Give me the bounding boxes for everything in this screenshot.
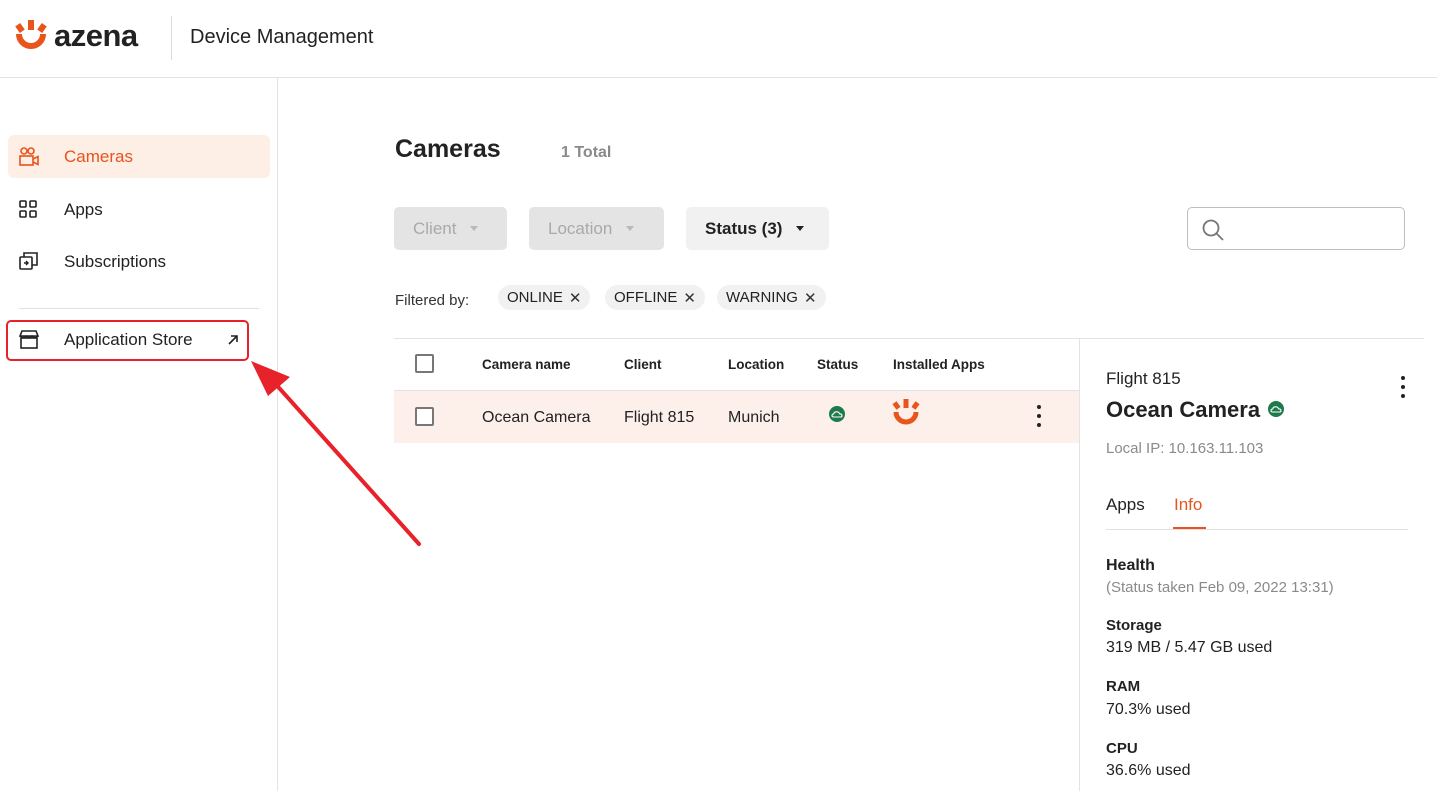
header-title: Device Management <box>190 26 374 48</box>
sidebar-item-apps[interactable]: Apps <box>8 188 270 231</box>
total-count: 1 Total <box>561 144 612 161</box>
chevron-down-icon <box>796 226 805 231</box>
cell-camera-name: Ocean Camera <box>482 409 591 426</box>
ram-value: 70.3% used <box>1106 701 1191 718</box>
row-more-options-icon[interactable] <box>1036 404 1042 430</box>
cell-location: Munich <box>728 409 780 426</box>
header-divider <box>171 16 172 60</box>
detail-more-options-icon[interactable] <box>1400 375 1406 401</box>
search-box <box>1187 207 1405 250</box>
cpu-heading: CPU <box>1106 740 1138 757</box>
select-all-checkbox[interactable] <box>415 354 434 373</box>
health-heading: Health <box>1106 557 1155 574</box>
search-icon <box>1202 219 1224 241</box>
tab-apps[interactable]: Apps <box>1106 495 1145 515</box>
camera-icon <box>19 147 39 166</box>
page-title: Cameras <box>395 135 501 163</box>
filter-chip-warning: WARNING ✕ <box>717 285 826 310</box>
ram-heading: RAM <box>1106 678 1141 695</box>
column-header-client[interactable]: Client <box>624 357 662 372</box>
health-timestamp: (Status taken Feb 09, 2022 13:31) <box>1106 579 1334 596</box>
column-header-installed-apps[interactable]: Installed Apps <box>893 357 985 372</box>
azena-logo[interactable]: azena <box>14 18 138 54</box>
sidebar-item-label: Apps <box>64 199 103 219</box>
sidebar-item-label: Subscriptions <box>64 251 167 271</box>
logo-text: azena <box>54 18 138 53</box>
sidebar-item-subscriptions[interactable]: Subscriptions <box>8 240 270 283</box>
detail-panel-border <box>1079 339 1080 791</box>
table-divider <box>394 338 1424 339</box>
chevron-down-icon <box>626 226 635 231</box>
azena-logo-icon <box>15 20 47 49</box>
cloud-icon <box>1270 406 1282 413</box>
close-icon[interactable]: ✕ <box>804 289 817 307</box>
grid-icon <box>19 200 37 218</box>
column-header-camera-name[interactable]: Camera name <box>482 357 571 372</box>
chip-label: WARNING <box>726 289 798 306</box>
filter-chip-online: ONLINE ✕ <box>498 285 591 310</box>
close-icon[interactable]: ✕ <box>683 289 696 307</box>
chip-label: OFFLINE <box>614 289 678 306</box>
top-header: azena Device Management <box>0 0 1437 78</box>
search-input[interactable] <box>1232 216 1392 242</box>
cpu-value: 36.6% used <box>1106 762 1191 779</box>
local-ip: Local IP: 10.163.11.103 <box>1106 440 1264 457</box>
location-filter-dropdown[interactable]: Location <box>529 207 664 250</box>
close-icon[interactable]: ✕ <box>569 289 582 307</box>
status-filter-dropdown[interactable]: Status (3) <box>686 207 829 250</box>
sidebar-item-label: Cameras <box>64 146 133 166</box>
azena-app-icon[interactable] <box>892 398 920 430</box>
chip-label: ONLINE <box>507 289 563 306</box>
location-filter-label: Location <box>548 218 613 238</box>
row-checkbox[interactable] <box>415 407 434 426</box>
detail-camera-name: Ocean Camera <box>1106 397 1261 422</box>
column-header-location[interactable]: Location <box>728 357 784 372</box>
detail-client: Flight 815 <box>1106 369 1181 388</box>
online-status-icon <box>829 406 845 422</box>
active-tab-indicator <box>1173 527 1206 529</box>
column-header-status[interactable]: Status <box>817 357 858 372</box>
storage-heading: Storage <box>1106 617 1162 634</box>
chevron-down-icon <box>470 226 479 231</box>
sidebar: Cameras Apps Subscriptions Application S… <box>0 78 278 791</box>
storage-value: 319 MB / 5.47 GB used <box>1106 639 1273 656</box>
status-filter-label: Status (3) <box>705 218 783 238</box>
filtered-by-label: Filtered by: <box>395 292 470 309</box>
subscriptions-icon <box>19 252 38 270</box>
client-filter-label: Client <box>413 218 457 238</box>
sidebar-divider <box>19 308 259 309</box>
tab-info[interactable]: Info <box>1174 495 1202 515</box>
store-highlight-box <box>6 320 249 361</box>
cell-client: Flight 815 <box>624 409 695 426</box>
client-filter-dropdown[interactable]: Client <box>394 207 507 250</box>
sidebar-item-cameras[interactable]: Cameras <box>8 135 270 178</box>
cloud-icon <box>831 411 843 418</box>
filter-chip-offline: OFFLINE ✕ <box>605 285 705 310</box>
tab-divider <box>1106 529 1408 530</box>
online-status-icon <box>1268 401 1284 417</box>
